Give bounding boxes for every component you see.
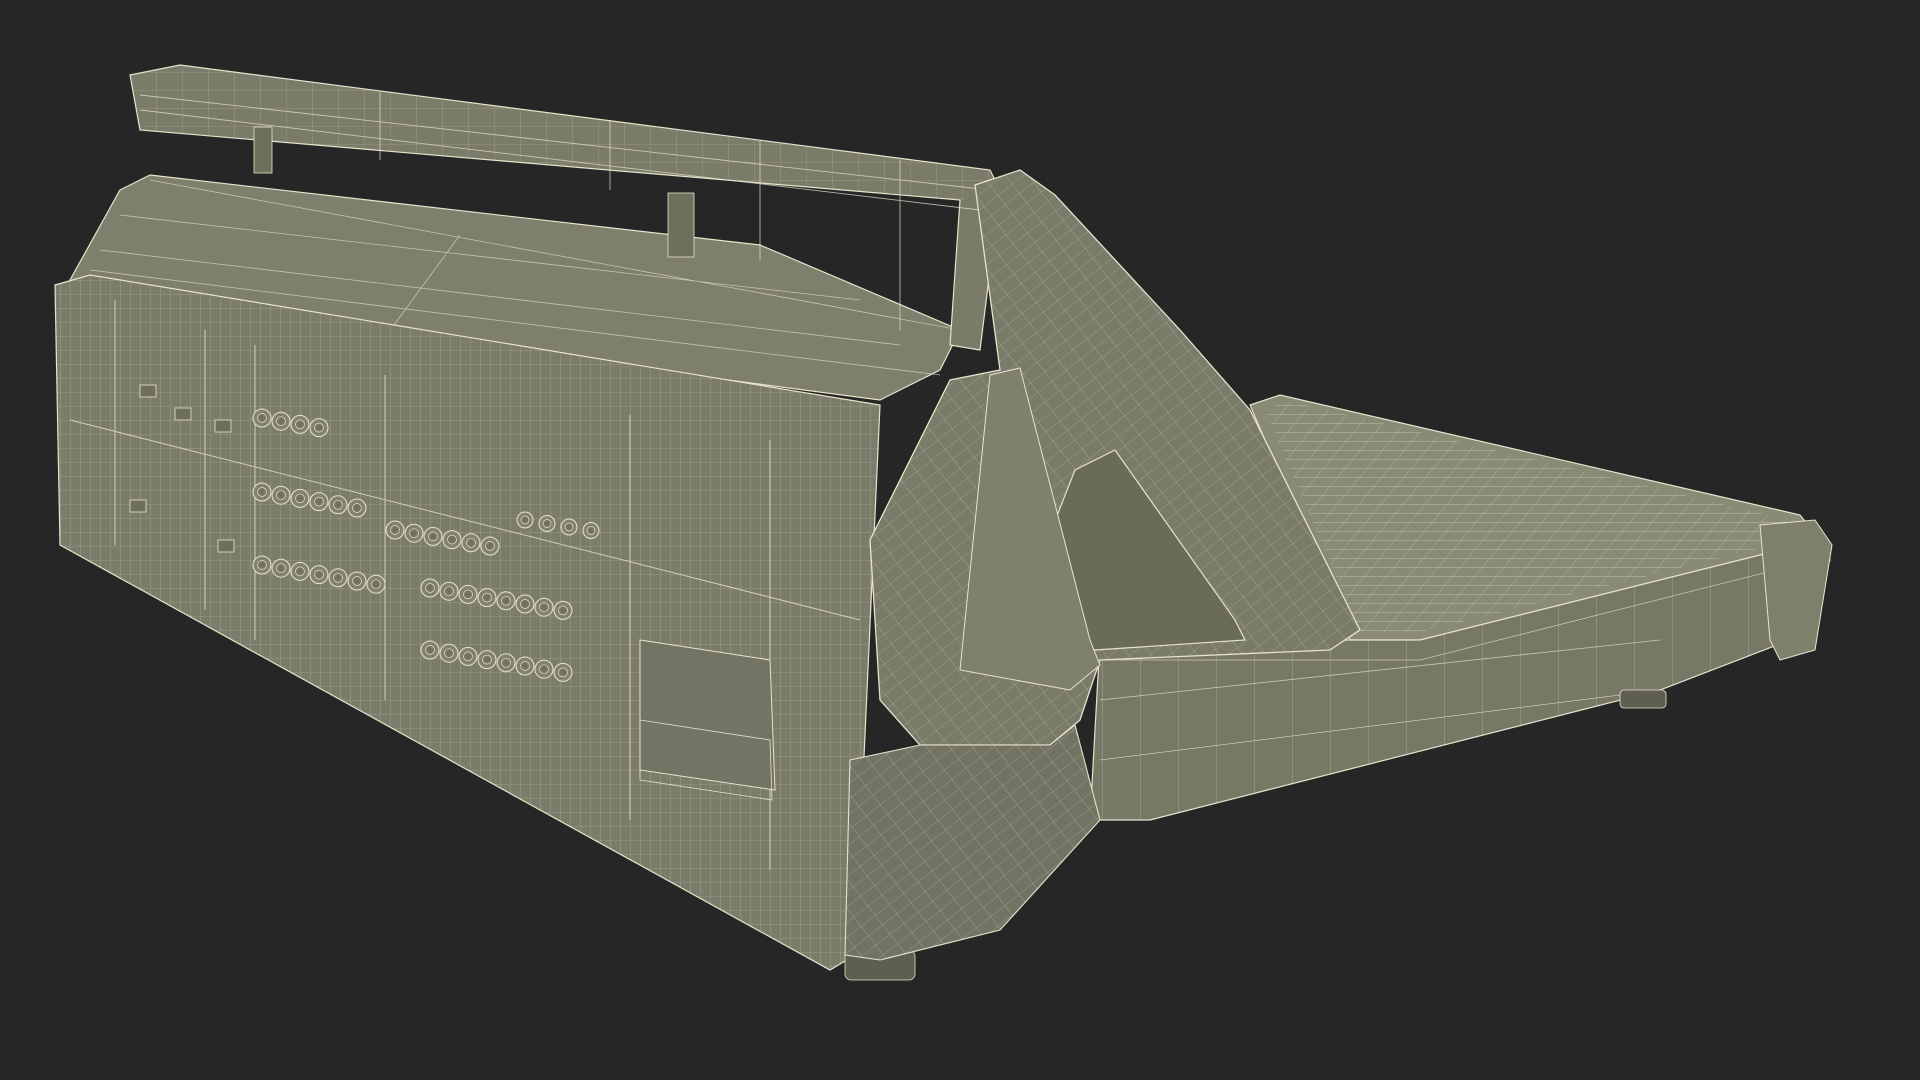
xlr-jack xyxy=(477,650,497,670)
xlr-jack xyxy=(582,522,600,539)
xlr-jack xyxy=(516,511,534,529)
xlr-jack xyxy=(553,600,573,620)
xlr-jack xyxy=(385,520,405,540)
xlr-jack xyxy=(290,414,310,434)
console-wireframe-model xyxy=(54,64,1833,981)
xlr-jack xyxy=(404,523,424,543)
xlr-jack xyxy=(328,568,348,588)
xlr-jack xyxy=(534,659,554,679)
deck-foot-right xyxy=(1619,689,1667,709)
bridge-connector-right xyxy=(667,192,695,258)
xlr-jack xyxy=(309,492,329,512)
xlr-jack xyxy=(442,530,462,550)
cheek-lower-mesh xyxy=(845,725,1100,960)
xlr-jack xyxy=(420,640,440,660)
xlr-jack xyxy=(439,643,459,663)
xlr-jack xyxy=(347,571,367,591)
xlr-jack xyxy=(290,561,310,581)
bridge-connector-left xyxy=(253,126,273,174)
render-viewport xyxy=(0,0,1920,1080)
io-card-plate xyxy=(639,639,776,791)
xlr-jack xyxy=(480,536,500,556)
xlr-jack xyxy=(496,653,516,673)
xlr-jack xyxy=(534,597,554,617)
xlr-jack xyxy=(290,488,310,508)
xlr-jack xyxy=(515,594,535,614)
side-cheek xyxy=(844,169,1361,961)
xlr-jack xyxy=(496,591,516,611)
xlr-jack xyxy=(515,656,535,676)
small-connector xyxy=(129,499,147,513)
xlr-jack xyxy=(252,408,272,428)
xlr-jack xyxy=(309,565,329,585)
xlr-jack xyxy=(461,533,481,553)
xlr-jack xyxy=(420,578,440,598)
small-connector xyxy=(174,407,192,421)
xlr-jack xyxy=(309,418,329,438)
small-connector xyxy=(139,384,157,398)
xlr-jack xyxy=(252,555,272,575)
xlr-jack xyxy=(560,518,578,536)
xlr-jack xyxy=(458,646,478,666)
small-connector xyxy=(217,539,235,553)
xlr-jack xyxy=(439,581,459,601)
xlr-jack xyxy=(477,588,497,608)
deck-right-cap xyxy=(1759,519,1833,661)
small-connector xyxy=(214,419,232,433)
xlr-jack xyxy=(553,662,573,682)
xlr-jack xyxy=(271,558,291,578)
xlr-jack xyxy=(538,515,556,532)
xlr-jack xyxy=(366,574,386,594)
xlr-jack xyxy=(252,482,272,502)
xlr-jack xyxy=(328,495,348,515)
xlr-jack xyxy=(423,526,443,546)
xlr-jack xyxy=(271,411,291,431)
xlr-jack xyxy=(271,485,291,505)
xlr-jack xyxy=(458,584,478,604)
xlr-jack xyxy=(347,498,367,518)
